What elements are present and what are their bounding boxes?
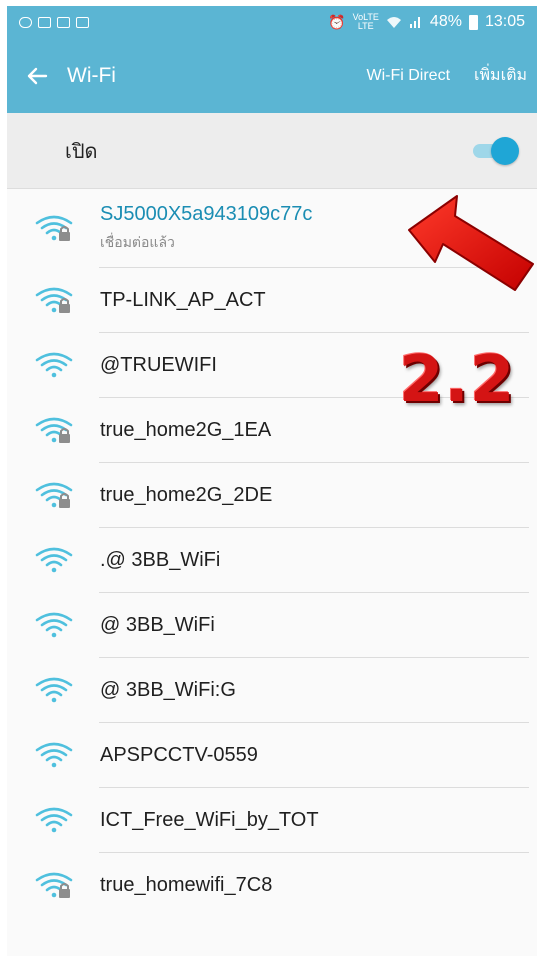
network-row[interactable]: APSPCCTV-0559	[7, 723, 537, 788]
back-button[interactable]	[25, 62, 53, 90]
network-row[interactable]: true_homewifi_7C8	[7, 853, 537, 918]
network-ssid: TP-LINK_AP_ACT	[100, 289, 266, 311]
annotation-label: 2.2	[399, 343, 516, 417]
network-text: @ 3BB_WiFi	[100, 614, 215, 637]
wifi-signal-icon	[35, 351, 75, 381]
network-ssid: @ 3BB_WiFi	[100, 614, 215, 636]
gallery-notification-icon	[76, 16, 89, 28]
wifi-signal-icon	[35, 611, 75, 641]
clock: 13:05	[484, 13, 525, 30]
network-text: @ 3BB_WiFi:G	[100, 679, 236, 702]
page-title: Wi-Fi	[67, 63, 116, 87]
wifi-signal-icon	[35, 676, 75, 706]
network-text: @TRUEWIFI	[100, 354, 217, 377]
wifi-status-icon	[386, 17, 401, 28]
network-list: SJ5000X5a943109c77c เชื่อมต่อแล้ว TP-LINK_…	[7, 189, 537, 918]
wifi-toggle-label: เปิด	[65, 140, 98, 163]
network-ssid: SJ5000X5a943109c77c	[100, 203, 313, 225]
network-text: ICT_Free_WiFi_by_TOT	[100, 809, 319, 832]
network-ssid: .@ 3BB_WiFi	[100, 549, 221, 571]
network-row[interactable]: ICT_Free_WiFi_by_TOT	[7, 788, 537, 853]
network-text: TP-LINK_AP_ACT	[100, 289, 266, 312]
more-button[interactable]: เพิ่มเติม	[474, 63, 527, 88]
switch-thumb	[491, 136, 519, 165]
network-text: .@ 3BB_WiFi	[100, 549, 220, 572]
wifi-signal-locked-icon	[35, 286, 75, 316]
network-text: true_home2G_2DE	[100, 484, 272, 507]
network-row[interactable]: @ 3BB_WiFi	[7, 593, 537, 658]
network-row[interactable]: .@ 3BB_WiFi	[7, 528, 537, 593]
signal-bars-icon	[409, 17, 420, 28]
wifi-direct-button[interactable]: Wi-Fi Direct	[366, 67, 450, 85]
wifi-signal-icon	[35, 806, 75, 836]
wifi-signal-icon	[35, 546, 75, 576]
network-text: true_home2G_1EA	[100, 419, 271, 442]
screen: ⏰ VoLTE LTE 48% 13:05 Wi-Fi Wi-Fi Direct…	[7, 6, 537, 956]
battery-icon	[468, 14, 478, 30]
network-ssid: true_homewifi_7C8	[100, 874, 273, 896]
network-ssid: APSPCCTV-0559	[100, 744, 258, 766]
wifi-toggle-row[interactable]: เปิด	[7, 113, 537, 189]
app-bar: Wi-Fi Wi-Fi Direct เพิ่มเติม	[7, 38, 537, 113]
status-bar: ⏰ VoLTE LTE 48% 13:05	[7, 6, 537, 38]
image-notification-icon	[38, 16, 51, 28]
network-ssid: @TRUEWIFI	[100, 354, 217, 376]
alarm-icon: ⏰	[328, 13, 346, 30]
annotation-arrow-icon	[408, 195, 534, 291]
network-status: เชื่อมต่อแล้ว	[100, 234, 175, 250]
wifi-signal-icon	[35, 741, 75, 771]
back-arrow-icon	[27, 67, 48, 84]
network-text: SJ5000X5a943109c77c เชื่อมต่อแล้ว	[100, 203, 312, 254]
network-ssid: true_home2G_2DE	[100, 484, 273, 506]
network-text: APSPCCTV-0559	[100, 744, 258, 767]
network-row[interactable]: @ 3BB_WiFi:G	[7, 658, 537, 723]
network-label: LTE	[357, 21, 374, 31]
wifi-signal-locked-icon	[35, 481, 75, 511]
battery-percent: 48%	[429, 13, 462, 30]
network-ssid: @ 3BB_WiFi:G	[100, 679, 236, 701]
gallery-notification-icon	[57, 16, 70, 28]
chat-notification-icon	[19, 16, 32, 28]
network-ssid: ICT_Free_WiFi_by_TOT	[100, 809, 319, 831]
network-type: VoLTE LTE	[353, 13, 379, 31]
wifi-signal-locked-icon	[35, 214, 75, 244]
network-text: true_homewifi_7C8	[100, 874, 272, 897]
network-ssid: true_home2G_1EA	[100, 419, 272, 441]
wifi-signal-locked-icon	[35, 871, 75, 901]
wifi-signal-locked-icon	[35, 416, 75, 446]
network-row[interactable]: true_home2G_2DE	[7, 463, 537, 528]
wifi-switch[interactable]	[471, 136, 523, 166]
